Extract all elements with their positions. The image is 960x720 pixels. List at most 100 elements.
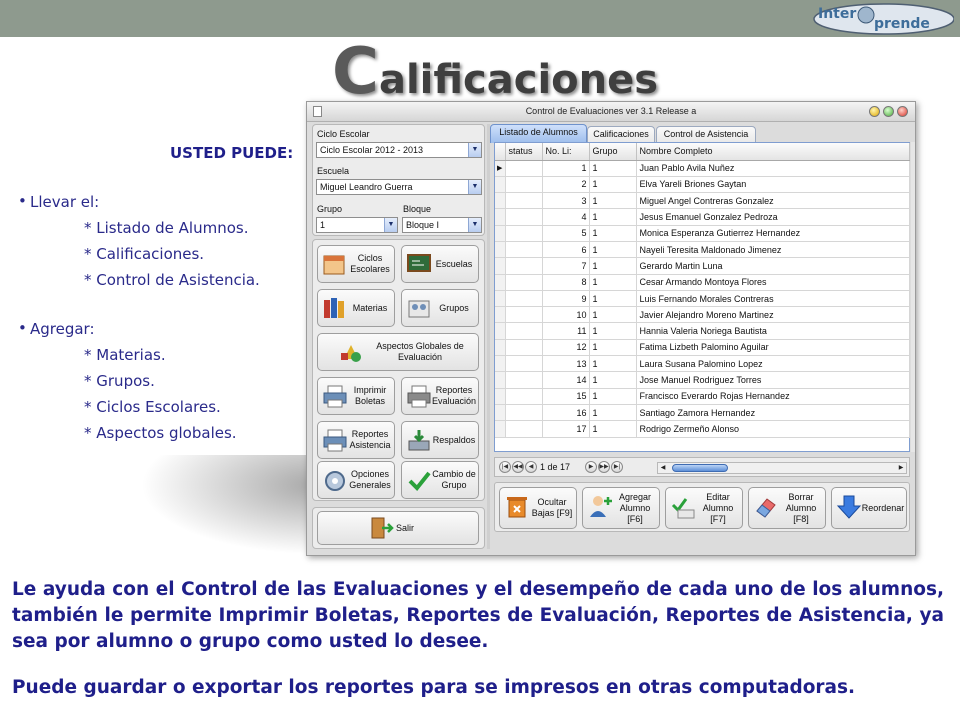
cell-status[interactable]: [505, 339, 543, 357]
borrar-alumno-button[interactable]: Borrar Alumno [F8]: [748, 487, 826, 529]
reordenar-button[interactable]: Reordenar: [831, 487, 907, 529]
table-row[interactable]: 13 1 Laura Susana Palomino Lopez: [495, 355, 910, 373]
cell-grupo[interactable]: 1: [589, 404, 637, 422]
cell-no-lista[interactable]: 8: [542, 274, 590, 291]
table-row[interactable]: ▶ 1 1 Juan Pablo Avila Nuñez: [495, 160, 910, 177]
table-row[interactable]: 10 1 Javier Alejandro Moreno Martinez: [495, 306, 910, 324]
cell-nombre[interactable]: Gerardo Martin Luna: [636, 257, 910, 275]
cell-nombre[interactable]: Laura Susana Palomino Lopez: [636, 355, 910, 373]
minimize-button[interactable]: [869, 106, 880, 117]
table-row[interactable]: 3 1 Miguel Angel Contreras Gonzalez: [495, 192, 910, 210]
materias-button[interactable]: Materias: [317, 289, 395, 327]
grid-vertical-scrollbar[interactable]: [911, 142, 915, 452]
cell-grupo[interactable]: 1: [589, 355, 637, 373]
cell-status[interactable]: [505, 290, 543, 308]
cell-grupo[interactable]: 1: [589, 290, 637, 308]
reportes-evaluacion-button[interactable]: Reportes Evaluación: [401, 377, 479, 415]
table-row[interactable]: 12 1 Fatima Lizbeth Palomino Aguilar: [495, 339, 910, 357]
prev-page-icon[interactable]: ◀◀: [512, 461, 524, 473]
cell-grupo[interactable]: 1: [589, 208, 637, 226]
cell-status[interactable]: [505, 371, 543, 389]
prev-icon[interactable]: ◀: [525, 461, 537, 473]
cell-status[interactable]: [505, 192, 543, 210]
last-page-icon[interactable]: ▶|: [611, 461, 623, 473]
column-header-grupo[interactable]: Grupo: [589, 143, 637, 161]
tab-listado-alumnos[interactable]: Listado de Alumnos: [490, 124, 587, 143]
table-row[interactable]: 7 1 Gerardo Martin Luna: [495, 257, 910, 275]
cell-no-lista[interactable]: 7: [542, 257, 590, 275]
column-header-no-lista[interactable]: No. Li:: [542, 143, 590, 161]
imprimir-boletas-button[interactable]: Imprimir Boletas: [317, 377, 395, 415]
escuela-select[interactable]: Miguel Leandro Guerra ▼: [316, 179, 482, 195]
opciones-generales-button[interactable]: Opciones Generales: [317, 461, 395, 499]
editar-alumno-button[interactable]: Editar Alumno [F7]: [665, 487, 743, 529]
table-row[interactable]: 2 1 Elva Yareli Briones Gaytan: [495, 176, 910, 194]
tab-calificaciones[interactable]: Calificaciones: [587, 126, 655, 143]
cell-grupo[interactable]: 1: [589, 371, 637, 389]
maximize-button[interactable]: [883, 106, 894, 117]
cell-grupo[interactable]: 1: [589, 192, 637, 210]
table-row[interactable]: 11 1 Hannia Valeria Noriega Bautista: [495, 322, 910, 340]
table-row[interactable]: 6 1 Nayeli Teresita Maldonado Jimenez: [495, 241, 910, 259]
cell-nombre[interactable]: Hannia Valeria Noriega Bautista: [636, 322, 910, 340]
table-row[interactable]: 9 1 Luis Fernando Morales Contreras: [495, 290, 910, 308]
table-row[interactable]: 8 1 Cesar Armando Montoya Flores: [495, 274, 910, 291]
cell-status[interactable]: [505, 388, 543, 405]
cell-no-lista[interactable]: 3: [542, 192, 590, 210]
cell-nombre[interactable]: Fatima Lizbeth Palomino Aguilar: [636, 339, 910, 357]
salir-button[interactable]: Salir: [317, 511, 479, 545]
cell-no-lista[interactable]: 9: [542, 290, 590, 308]
cell-status[interactable]: [505, 404, 543, 422]
table-row[interactable]: 4 1 Jesus Emanuel Gonzalez Pedroza: [495, 208, 910, 226]
ocultar-bajas-button[interactable]: Ocultar Bajas [F9]: [499, 487, 577, 529]
scroll-right-icon[interactable]: ▶: [896, 463, 906, 473]
cell-nombre[interactable]: Elva Yareli Briones Gaytan: [636, 176, 910, 194]
cell-nombre[interactable]: Jesus Emanuel Gonzalez Pedroza: [636, 208, 910, 226]
cell-no-lista[interactable]: 1: [542, 160, 590, 177]
cell-status[interactable]: [505, 322, 543, 340]
cell-nombre[interactable]: Nayeli Teresita Maldonado Jimenez: [636, 241, 910, 259]
cell-grupo[interactable]: 1: [589, 160, 637, 177]
cell-status[interactable]: [505, 208, 543, 226]
cell-status[interactable]: [505, 420, 543, 438]
table-row[interactable]: 5 1 Monica Esperanza Gutierrez Hernandez: [495, 225, 910, 242]
cell-grupo[interactable]: 1: [589, 225, 637, 242]
scroll-left-icon[interactable]: ◀: [658, 463, 668, 473]
cell-nombre[interactable]: Luis Fernando Morales Contreras: [636, 290, 910, 308]
cell-no-lista[interactable]: 11: [542, 322, 590, 340]
cell-nombre[interactable]: Miguel Angel Contreras Gonzalez: [636, 192, 910, 210]
table-row[interactable]: 14 1 Jose Manuel Rodriguez Torres: [495, 371, 910, 389]
table-row[interactable]: 16 1 Santiago Zamora Hernandez: [495, 404, 910, 422]
cell-grupo[interactable]: 1: [589, 339, 637, 357]
column-header-nombre[interactable]: Nombre Completo: [636, 143, 910, 161]
cell-no-lista[interactable]: 15: [542, 388, 590, 405]
cell-grupo[interactable]: 1: [589, 241, 637, 259]
close-button[interactable]: [897, 106, 908, 117]
cell-grupo[interactable]: 1: [589, 420, 637, 438]
cell-nombre[interactable]: Rodrigo Zermeño Alonso: [636, 420, 910, 438]
panel-splitter[interactable]: [487, 124, 490, 549]
reportes-asistencia-button[interactable]: Reportes Asistencia: [317, 421, 395, 459]
cell-nombre[interactable]: Monica Esperanza Gutierrez Hernandez: [636, 225, 910, 242]
cambio-grupo-button[interactable]: Cambio de Grupo: [401, 461, 479, 499]
escuelas-button[interactable]: Escuelas: [401, 245, 479, 283]
grupos-button[interactable]: Grupos: [401, 289, 479, 327]
cell-grupo[interactable]: 1: [589, 306, 637, 324]
next-icon[interactable]: ▶: [585, 461, 597, 473]
cell-no-lista[interactable]: 4: [542, 208, 590, 226]
cell-no-lista[interactable]: 6: [542, 241, 590, 259]
aspectos-globales-button[interactable]: Aspectos Globales de Evaluación: [317, 333, 479, 371]
cell-status[interactable]: [505, 225, 543, 242]
tab-control-asistencia[interactable]: Control de Asistencia: [656, 126, 756, 143]
cell-status[interactable]: [505, 257, 543, 275]
cell-no-lista[interactable]: 16: [542, 404, 590, 422]
cell-no-lista[interactable]: 10: [542, 306, 590, 324]
cell-nombre[interactable]: Cesar Armando Montoya Flores: [636, 274, 910, 291]
cell-status[interactable]: [505, 176, 543, 194]
cell-grupo[interactable]: 1: [589, 257, 637, 275]
cell-nombre[interactable]: Jose Manuel Rodriguez Torres: [636, 371, 910, 389]
cell-status[interactable]: [505, 160, 543, 177]
cell-grupo[interactable]: 1: [589, 274, 637, 291]
cell-status[interactable]: [505, 306, 543, 324]
next-page-icon[interactable]: ▶▶: [598, 461, 610, 473]
